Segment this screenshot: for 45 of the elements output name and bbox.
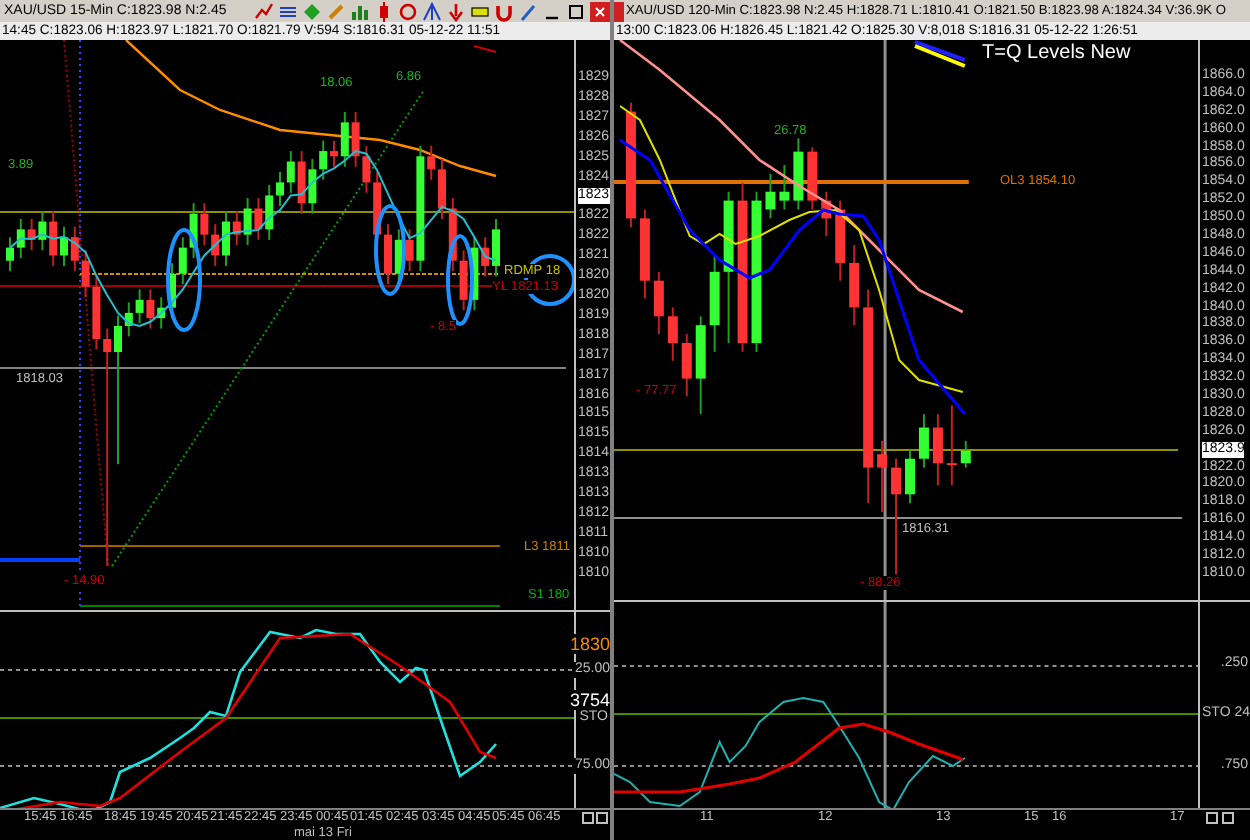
candlestick	[960, 439, 971, 469]
candlestick	[946, 404, 957, 487]
maximize-icon[interactable]	[564, 1, 586, 21]
candlestick	[709, 253, 720, 353]
magnet-icon[interactable]	[492, 1, 514, 21]
candlestick	[779, 164, 790, 211]
candlestick	[807, 146, 818, 211]
circle-mark	[166, 228, 202, 332]
circle-mark	[374, 204, 406, 296]
candlestick	[625, 101, 636, 229]
candlestick	[905, 448, 915, 505]
candlestick	[695, 315, 706, 416]
trend-line	[473, 45, 497, 53]
candlestick	[918, 413, 929, 469]
close-icon[interactable]	[588, 1, 610, 21]
circle-icon[interactable]	[396, 1, 418, 21]
price-level-line	[0, 558, 80, 562]
candlestick	[681, 333, 692, 398]
window-icon[interactable]	[614, 1, 624, 21]
candlestick	[793, 137, 804, 211]
bar-chart-icon[interactable]	[348, 1, 370, 21]
square-icon[interactable]	[596, 812, 608, 824]
candlestick	[667, 306, 678, 362]
indicator-label: 3754	[569, 690, 610, 710]
legend-lines-icon	[914, 40, 966, 68]
square-icon[interactable]	[1206, 812, 1218, 824]
candlestick	[877, 439, 888, 514]
line-chart-icon[interactable]	[252, 1, 274, 21]
candlestick	[891, 457, 901, 576]
candlestick	[765, 172, 776, 220]
lines-icon[interactable]	[276, 1, 298, 21]
arrow-down-icon[interactable]	[444, 1, 466, 21]
candlestick	[932, 413, 943, 487]
candlestick	[653, 270, 664, 336]
indicator-label: 1830	[569, 634, 610, 654]
candlestick	[835, 199, 846, 282]
indicator-legend: T=Q Levels New	[982, 42, 1131, 66]
fork-icon[interactable]	[420, 1, 442, 21]
candlestick	[821, 190, 832, 238]
rectangle-icon[interactable]	[468, 1, 490, 21]
candlestick	[639, 208, 650, 300]
square-icon[interactable]	[582, 812, 594, 824]
wand-icon[interactable]	[516, 1, 538, 21]
candlestick	[849, 244, 860, 327]
square-icon[interactable]	[1222, 812, 1234, 824]
